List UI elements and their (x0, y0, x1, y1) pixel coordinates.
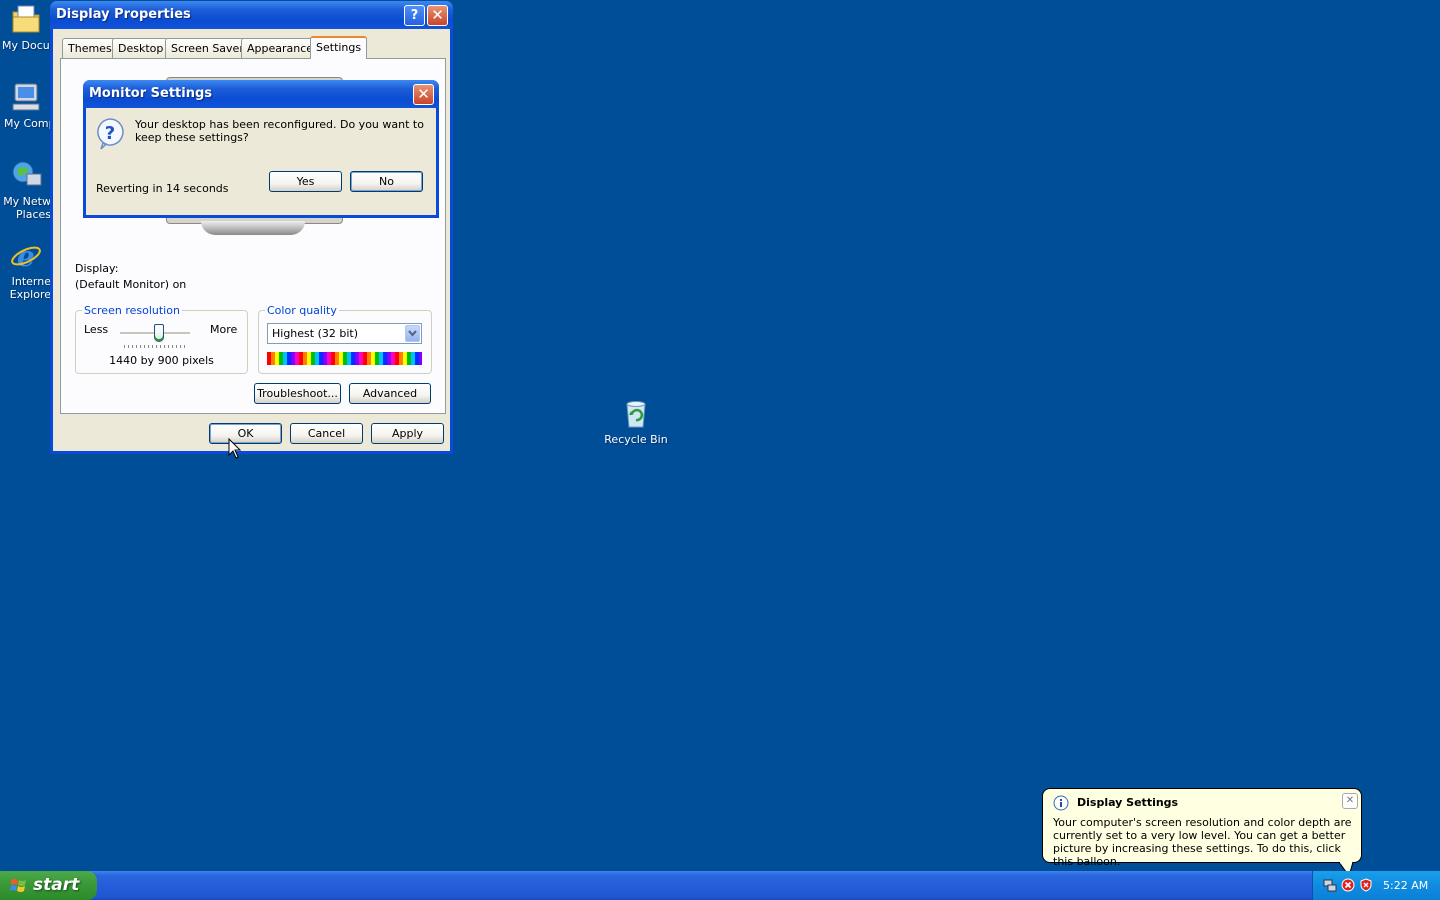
cancel-button[interactable]: Cancel (290, 423, 363, 444)
yes-button[interactable]: Yes (269, 171, 342, 192)
color-quality-value: Highest (32 bit) (272, 327, 359, 340)
screen-resolution-label: Screen resolution (82, 304, 182, 317)
window-title: Display Properties (56, 7, 191, 22)
troubleshoot-button[interactable]: Troubleshoot... (254, 383, 341, 404)
color-quality-select[interactable]: Highest (32 bit) (267, 323, 422, 344)
color-quality-label: Color quality (265, 304, 339, 317)
help-button[interactable]: ? (404, 5, 425, 26)
recycle-bin-icon (619, 396, 653, 430)
desktop-icon-label: My Netw Places (3, 195, 51, 221)
desktop-icon-my-computer[interactable]: My Compu (0, 80, 52, 130)
folder-icon (9, 2, 43, 36)
start-label: start (33, 875, 80, 895)
desktop-icon-label: Recycle Bin (604, 433, 668, 446)
system-tray: 5:22 AM (1312, 871, 1440, 900)
display-properties-window: Display Properties ? ✕ Themes Desktop Sc… (50, 1, 453, 454)
security-shield-icon[interactable] (1359, 878, 1373, 892)
taskbar: start 5:22 AM (0, 871, 1440, 900)
desktop-icon-internet-explorer[interactable]: e Interne Explore (0, 238, 52, 301)
balloon-body: Your computer's screen resolution and co… (1053, 816, 1352, 868)
tab-themes[interactable]: Themes (62, 38, 118, 58)
desktop-icon-label: My Compu (4, 117, 52, 130)
desktop-icon-label: My Docum (2, 39, 52, 52)
display-value: (Default Monitor) on (75, 278, 187, 291)
question-icon: ? (95, 117, 125, 151)
resolution-value: 1440 by 900 pixels (109, 354, 214, 367)
mouse-cursor (228, 437, 242, 463)
revert-countdown: Reverting in 14 seconds (96, 182, 229, 195)
resolution-slider-ticks (124, 345, 188, 348)
desktop-icon-my-network-places[interactable]: My Netw Places (0, 158, 52, 221)
desktop-icon-my-documents[interactable]: My Docum (0, 2, 52, 52)
ok-button[interactable]: OK (209, 423, 282, 444)
desktop-icon-label: Interne Explore (9, 275, 51, 301)
network-tray-icon[interactable] (1323, 878, 1337, 892)
advanced-button[interactable]: Advanced (349, 383, 431, 404)
display-properties-titlebar[interactable]: Display Properties ? ✕ (50, 1, 453, 29)
resolution-slider-thumb[interactable] (153, 324, 164, 342)
display-settings-balloon[interactable]: Display Settings ✕ Your computer's scree… (1042, 788, 1362, 878)
tab-settings[interactable]: Settings (310, 36, 368, 59)
tab-desktop[interactable]: Desktop (112, 38, 170, 58)
tab-screen-saver[interactable]: Screen Saver (165, 38, 250, 58)
windows-logo-icon (10, 878, 28, 897)
close-button[interactable]: ✕ (427, 5, 448, 26)
computer-icon (9, 80, 43, 114)
no-button[interactable]: No (350, 171, 423, 192)
display-label: Display: (75, 262, 119, 275)
slider-less-label: Less (84, 323, 109, 336)
balloon-title: Display Settings (1077, 796, 1179, 809)
svg-text:?: ? (105, 123, 115, 144)
apply-button[interactable]: Apply (371, 423, 444, 444)
desktop-icon-recycle-bin[interactable]: Recycle Bin (598, 396, 674, 446)
network-icon (9, 158, 43, 192)
balloon-close-button[interactable]: ✕ (1342, 793, 1358, 809)
monitor-settings-dialog: Monitor Settings ✕ ? Your desktop has be… (83, 80, 439, 218)
monitor-settings-titlebar[interactable]: Monitor Settings ✕ (83, 80, 439, 108)
clock[interactable]: 5:22 AM (1383, 879, 1428, 892)
dialog-close-button[interactable]: ✕ (413, 84, 434, 105)
color-spectrum-bar (267, 352, 422, 365)
dialog-message: Your desktop has been reconfigured. Do y… (135, 118, 424, 144)
error-tray-icon[interactable] (1341, 878, 1355, 892)
svg-text:e: e (17, 240, 35, 272)
slider-more-label: More (210, 323, 238, 336)
screen-resolution-group: Screen resolution Less More 1440 by 900 … (75, 304, 248, 374)
info-icon (1053, 795, 1069, 811)
monitor-stand (201, 221, 305, 235)
chevron-down-icon[interactable] (405, 325, 420, 342)
start-button[interactable]: start (0, 871, 97, 900)
color-quality-group: Color quality Highest (32 bit) (258, 304, 432, 374)
dialog-title: Monitor Settings (89, 86, 213, 101)
tab-appearance[interactable]: Appearance (241, 38, 320, 58)
internet-explorer-icon: e (9, 238, 43, 273)
